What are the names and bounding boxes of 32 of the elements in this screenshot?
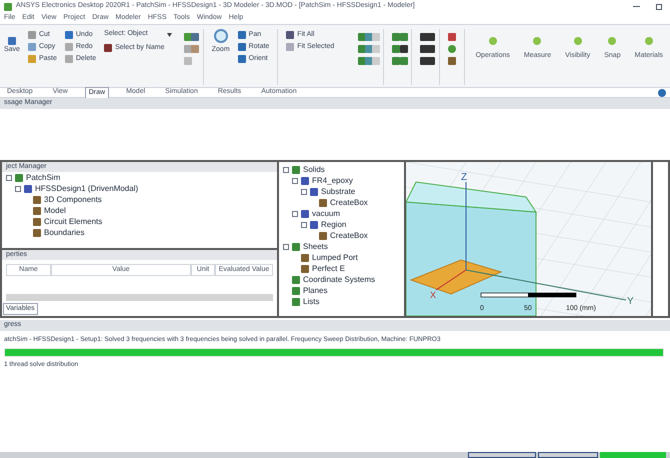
tree-item[interactable]: Coordinate Systems [303, 274, 376, 286]
tree-item[interactable]: Lumped Port [312, 252, 358, 264]
app-icon [4, 2, 12, 10]
tree-item[interactable]: CreateBox [330, 230, 368, 242]
tree-item[interactable]: FR4_epoxy [312, 174, 353, 186]
tree-item[interactable]: PatchSim [26, 172, 60, 184]
help-icon[interactable] [658, 88, 666, 96]
tree-item[interactable]: Planes [303, 284, 328, 296]
tree-item[interactable]: Model [44, 204, 66, 216]
tree-item[interactable]: Solids [303, 164, 325, 176]
maximize-icon[interactable] [656, 4, 662, 10]
magnifier-icon [214, 29, 228, 43]
tree-item[interactable]: Substrate [321, 186, 356, 198]
tree-item[interactable]: Circuit Elements [44, 216, 102, 228]
tree-item[interactable]: Region [321, 218, 346, 230]
tree-item[interactable]: Lists [303, 296, 320, 308]
tree-item[interactable]: Boundaries [44, 226, 84, 238]
tree-item[interactable]: vacuum [312, 208, 340, 220]
scrollbar[interactable] [6, 294, 273, 300]
tree-item[interactable]: Perfect E [312, 262, 345, 274]
status-indicator [600, 452, 666, 458]
tree-item[interactable]: CreateBox [330, 196, 368, 208]
axis-label: Y [627, 296, 634, 307]
status-button[interactable] [468, 452, 536, 458]
caret-icon[interactable] [167, 32, 172, 36]
axis-label: Z [461, 172, 468, 183]
tree-item[interactable]: HFSSDesign1 (DrivenModal) [35, 182, 138, 194]
tree-item[interactable]: Sheets [303, 240, 328, 252]
axis-label: X [430, 290, 436, 300]
collapse-icon[interactable] [283, 244, 289, 250]
tree-item[interactable]: 3D Components [44, 194, 102, 206]
status-button[interactable] [538, 452, 598, 458]
